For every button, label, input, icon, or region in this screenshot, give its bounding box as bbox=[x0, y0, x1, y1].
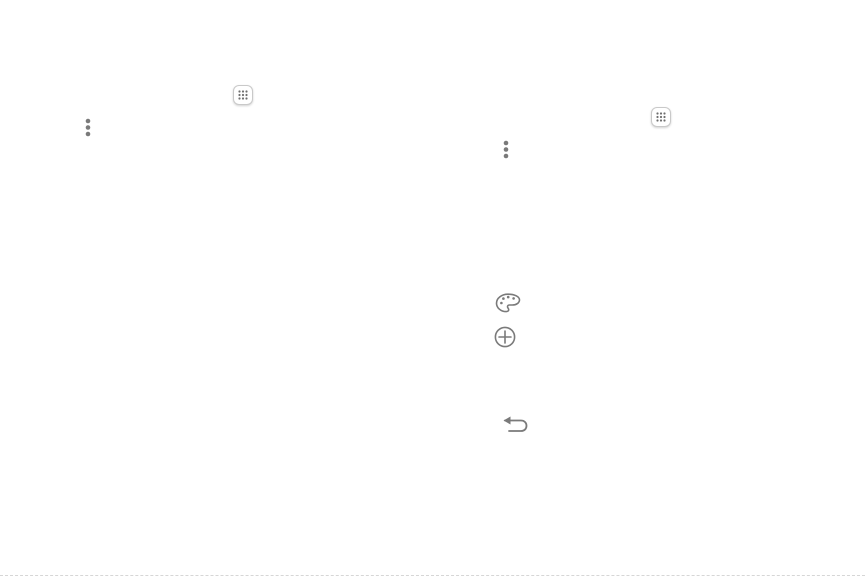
back-icon bbox=[501, 415, 529, 433]
apps-grid-dots bbox=[238, 90, 248, 100]
apps-icon bbox=[233, 85, 253, 105]
more-options-icon bbox=[502, 140, 510, 160]
add-circle-icon bbox=[494, 326, 516, 348]
apps-grid-dots bbox=[656, 112, 666, 122]
palette-icon bbox=[494, 292, 522, 314]
apps-icon bbox=[651, 107, 671, 127]
more-options-icon bbox=[84, 118, 92, 138]
